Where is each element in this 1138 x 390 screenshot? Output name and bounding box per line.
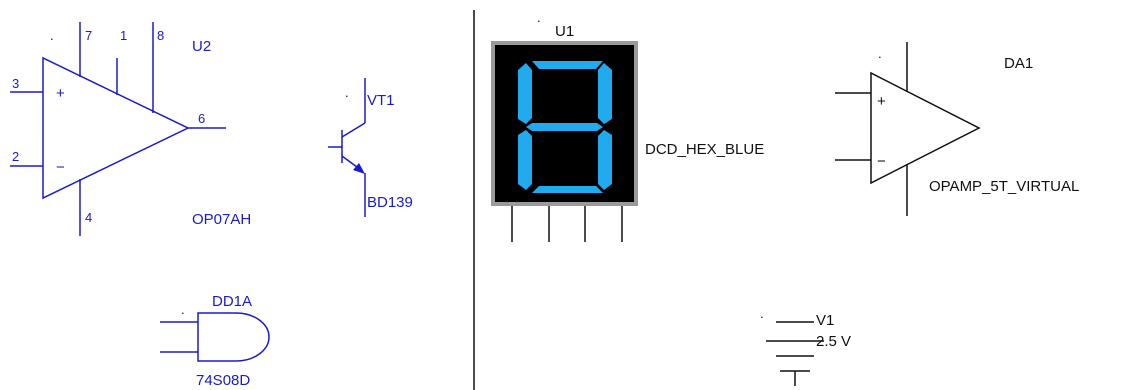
segment-a: [532, 61, 603, 69]
schematic-canvas: + − 3 2 7 1 8 6 4 U2 OP07AH . VT1 BD139 …: [10, 10, 1079, 390]
opamp-da1-body: [870, 71, 981, 185]
and-gate-dd1a-dot: .: [181, 302, 185, 317]
seven-segment-u1-model: DCD_HEX_BLUE: [645, 141, 764, 158]
opamp-u2-minus: −: [56, 159, 65, 176]
and-gate-dd1a[interactable]: [160, 312, 270, 362]
opamp-da1-model: OPAMP_5T_VIRTUAL: [929, 178, 1079, 195]
segment-d: [532, 186, 603, 193]
segment-b: [598, 63, 612, 124]
opamp-u2-plus: +: [56, 85, 65, 102]
battery-v1-dot: .: [760, 306, 764, 321]
opamp-u2-pin1-label: 1: [120, 28, 127, 43]
opamp-da1-dot: .: [878, 46, 882, 61]
opamp-u2-dot: .: [50, 28, 54, 43]
and-gate-dd1a-body: [197, 312, 270, 362]
and-gate-dd1a-ref: DD1A: [212, 293, 252, 310]
transistor-vt1-model: BD139: [367, 194, 413, 211]
transistor-vt1-ref: VT1: [367, 92, 395, 109]
transistor-vt1-dot: .: [345, 85, 349, 100]
opamp-u2-pin3-label: 3: [12, 76, 19, 91]
opamp-u2-pin2-label: 2: [12, 149, 19, 164]
opamp-u2-body: [42, 56, 190, 200]
battery-v1-ref: V1: [816, 312, 834, 329]
opamp-da1-ref: DA1: [1004, 55, 1033, 72]
opamp-u2-pin8-label: 8: [157, 28, 164, 43]
opamp-u2-ref: U2: [192, 38, 211, 55]
opamp-da1-minus: −: [877, 153, 886, 170]
opamp-u2-pin6-label: 6: [198, 111, 205, 126]
opamp-u2-model: OP07AH: [192, 211, 251, 228]
segment-g: [526, 123, 603, 131]
transistor-vt1-collector: [341, 122, 366, 138]
battery-v1[interactable]: [766, 321, 824, 386]
opamp-da1-plus: +: [877, 93, 886, 110]
opamp-u2-pin7-label: 7: [85, 28, 92, 43]
segment-c: [598, 130, 612, 190]
opamp-u2-pin4-label: 4: [85, 210, 92, 225]
segment-e: [518, 130, 532, 190]
and-gate-dd1a-model: 74S08D: [196, 372, 250, 389]
segment-f: [518, 63, 532, 124]
seven-segment-u1-dot: .: [537, 10, 541, 25]
seven-segment-u1-ref: U1: [555, 23, 574, 40]
battery-v1-value: 2.5 V: [816, 333, 851, 350]
seven-segment-u1[interactable]: [491, 41, 638, 242]
